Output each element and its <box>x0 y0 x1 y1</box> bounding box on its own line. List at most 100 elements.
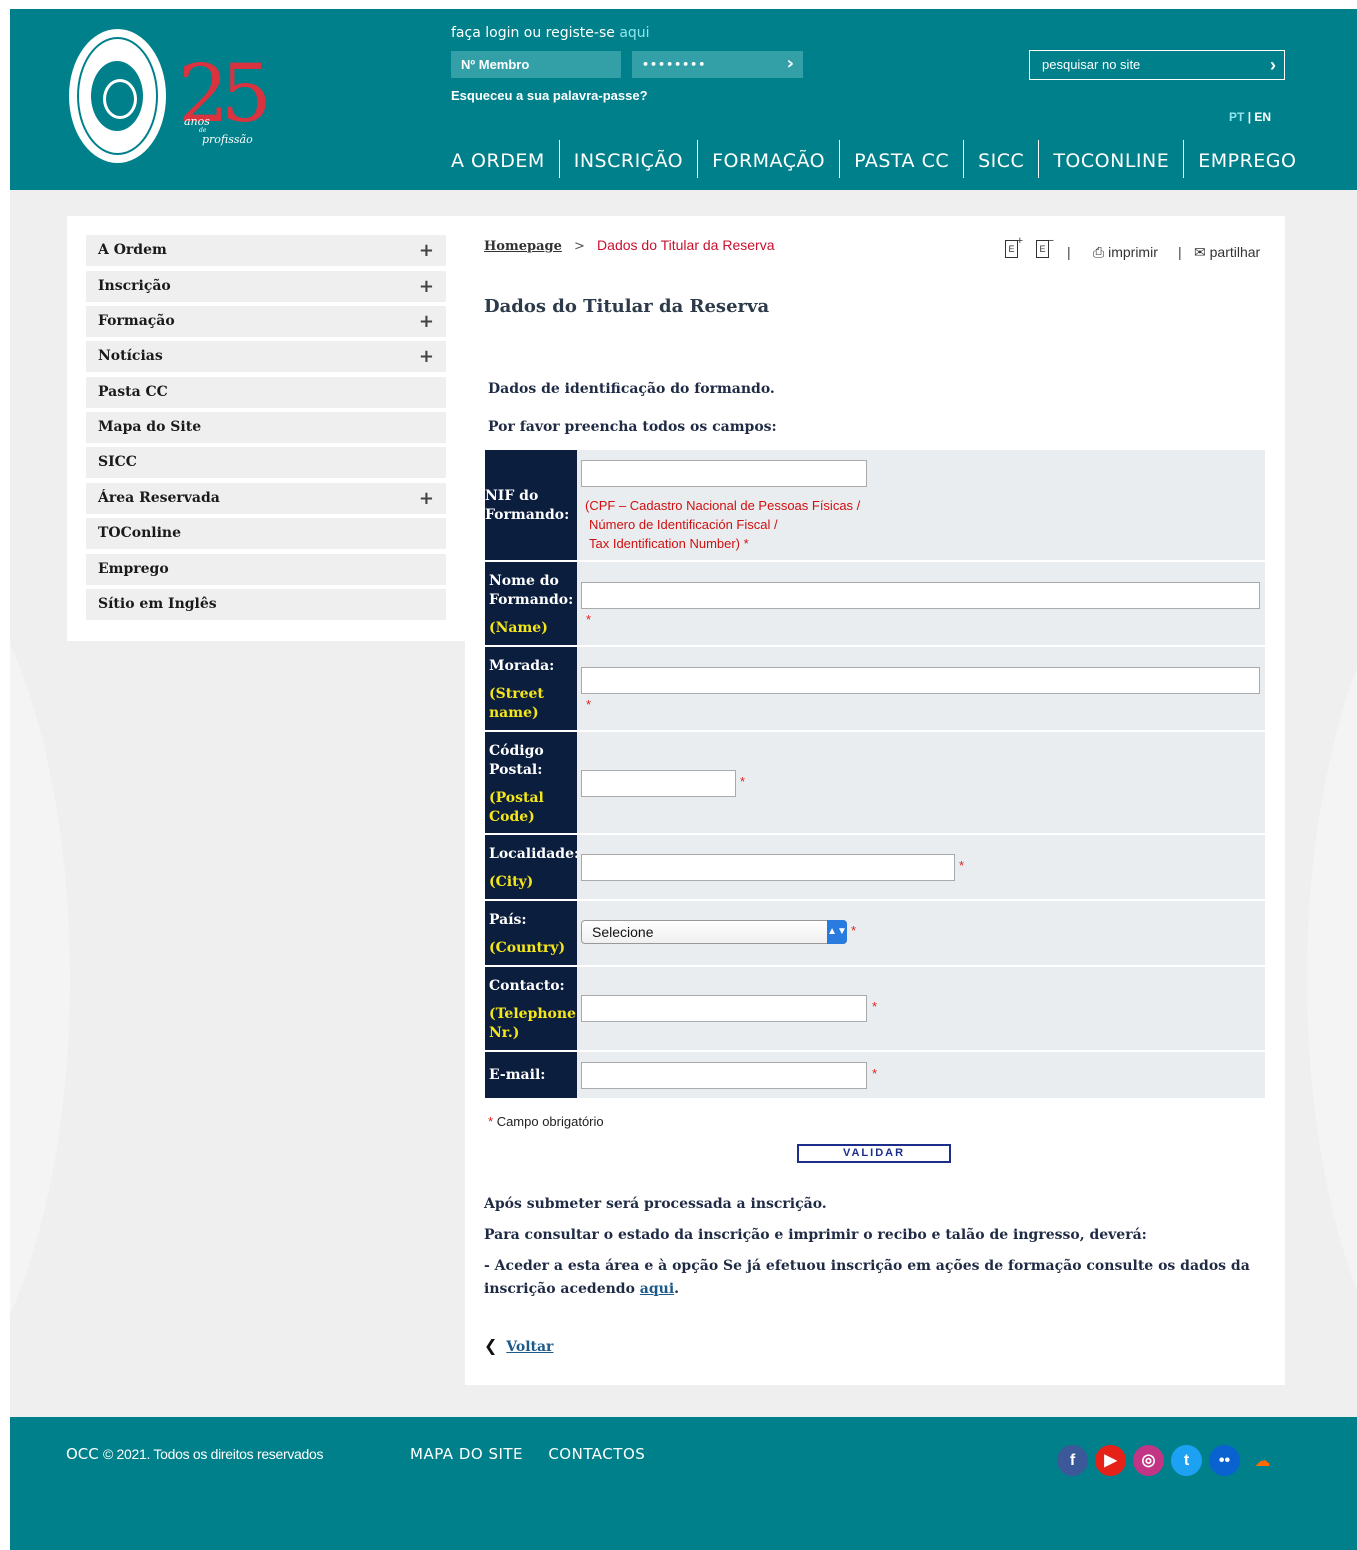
validate-button[interactable]: VALIDAR <box>797 1144 951 1163</box>
after-line-3: - Aceder a esta área e à opção Se já efe… <box>484 1255 1264 1301</box>
postal-code-input[interactable] <box>581 770 736 797</box>
nav-toconline[interactable]: TOCONLINE <box>1038 140 1183 178</box>
required-marker: * <box>586 612 592 627</box>
main-navigation: A ORDEM INSCRIÇÃO FORMAÇÃO PASTA CC SICC… <box>451 140 1310 178</box>
password-input[interactable]: •••••••• › <box>632 51 803 78</box>
street-input[interactable] <box>581 667 1260 694</box>
phone-input[interactable] <box>581 995 867 1022</box>
password-mask: •••••••• <box>642 58 707 71</box>
register-link[interactable]: aqui <box>619 25 649 41</box>
nav-pasta-cc[interactable]: PASTA CC <box>839 140 963 178</box>
sidebar-item-label: Formação <box>98 313 175 329</box>
required-marker: * <box>851 923 857 938</box>
nav-inscricao[interactable]: INSCRIÇÃO <box>558 140 697 178</box>
share-button[interactable]: ✉ partilhar <box>1194 244 1260 261</box>
expand-plus-icon[interactable]: + <box>419 271 434 302</box>
sidebar-item-toconline[interactable]: TOConline <box>86 518 446 549</box>
nav-sicc[interactable]: SICC <box>963 140 1038 178</box>
street-label-text: Morada: <box>489 658 555 674</box>
font-decrease-icon[interactable]: E − <box>1036 235 1054 258</box>
lang-en[interactable]: EN <box>1254 110 1271 124</box>
forgot-password-link[interactable]: Esqueceu a sua palavra-passe? <box>451 88 648 103</box>
breadcrumb-home-link[interactable]: Homepage <box>484 239 562 254</box>
form-row-city: Localidade: (City) * <box>485 835 1265 899</box>
sidebar-item-sicc[interactable]: SICC <box>86 447 446 478</box>
print-button[interactable]: ⎙ imprimir <box>1093 244 1158 261</box>
name-input[interactable] <box>581 582 1260 609</box>
instagram-icon[interactable]: ◎ <box>1133 1445 1164 1476</box>
background-curve-left <box>10 529 70 1429</box>
after-line-2: Para consultar o estado da inscrição e i… <box>484 1227 1147 1243</box>
chevron-updown-icon[interactable]: ▲▼ <box>827 920 847 944</box>
footer-contacts-link[interactable]: CONTACTOS <box>548 1445 645 1463</box>
page-frame: 25 anos de profissão faça login ou regis… <box>10 9 1357 1550</box>
city-label-en: (City) <box>489 874 534 890</box>
nif-note: (CPF – Cadastro Nacional de Pessoas Físi… <box>585 496 860 553</box>
social-links: f ▶ ◎ t •• ☁ <box>1057 1445 1278 1476</box>
facebook-icon[interactable]: f <box>1057 1445 1088 1476</box>
nif-field-cell: (CPF – Cadastro Nacional de Pessoas Físi… <box>577 450 1265 560</box>
main-content: Homepage > Dados do Titular da Reserva E… <box>465 216 1285 1385</box>
country-field-cell: Selecione ▲▼ * <box>577 901 1265 965</box>
street-field-cell: * <box>577 647 1265 730</box>
expand-plus-icon[interactable]: + <box>419 483 434 514</box>
street-label: Morada: (Street name) <box>485 647 577 730</box>
nif-note-line: Tax Identification Number) * <box>585 534 860 553</box>
site-search-input[interactable]: pesquisar no site › <box>1029 50 1285 80</box>
sidebar-item-inscricao[interactable]: Inscrição + <box>86 271 446 302</box>
login-submit-icon[interactable]: › <box>787 54 795 74</box>
phone-label-en: (Telephone Nr.) <box>489 1006 576 1041</box>
lang-separator: | <box>1247 110 1252 124</box>
postal-field-cell: * <box>577 732 1265 833</box>
occ-seal-logo[interactable] <box>69 29 166 163</box>
sidebar-item-noticias[interactable]: Notícias + <box>86 341 446 372</box>
font-increase-icon[interactable]: E + <box>1005 235 1023 258</box>
city-input[interactable] <box>581 854 955 881</box>
postal-label-text: Código Postal: <box>489 743 544 778</box>
youtube-icon[interactable]: ▶ <box>1095 1445 1126 1476</box>
sidebar-item-area-reservada[interactable]: Área Reservada + <box>86 483 446 514</box>
footer-sitemap-link[interactable]: MAPA DO SITE <box>410 1445 523 1463</box>
nav-a-ordem[interactable]: A ORDEM <box>451 140 559 178</box>
email-input[interactable] <box>581 1062 867 1089</box>
country-select[interactable]: Selecione ▲▼ <box>581 920 847 944</box>
sidebar-item-sitio-em-ingles[interactable]: Sítio em Inglês <box>86 589 446 620</box>
sidebar-item-label: Inscrição <box>98 278 171 294</box>
required-marker: * <box>740 774 746 789</box>
city-label-text: Localidade: <box>489 846 580 862</box>
nav-formacao[interactable]: FORMAÇÃO <box>697 140 839 178</box>
back-link[interactable]: ❮ Voltar <box>484 1336 553 1355</box>
nif-label: NIF do Formando: <box>485 450 577 560</box>
sidebar-item-formacao[interactable]: Formação + <box>86 306 446 337</box>
consult-here-link[interactable]: aqui <box>640 1281 674 1297</box>
name-label-text: Nome do Formando: <box>489 573 574 608</box>
site-footer: OCC © 2021. Todos os direitos reservados… <box>10 1417 1357 1550</box>
form-row-phone: Contacto: (Telephone Nr.) * <box>485 967 1265 1050</box>
sidebar-item-label: Emprego <box>98 561 169 577</box>
lang-pt[interactable]: PT <box>1229 110 1244 124</box>
soundcloud-icon[interactable]: ☁ <box>1247 1445 1278 1476</box>
member-number-input[interactable]: Nº Membro <box>451 51 621 78</box>
sidebar-item-mapa-do-site[interactable]: Mapa do Site <box>86 412 446 443</box>
twitter-icon[interactable]: t <box>1171 1445 1202 1476</box>
nif-input[interactable] <box>581 460 867 487</box>
sidebar-item-label: TOConline <box>98 525 181 541</box>
sidebar-item-label: Notícias <box>98 348 163 364</box>
after-line-1: Após submeter será processada a inscriçã… <box>484 1196 827 1212</box>
sidebar-item-pasta-cc[interactable]: Pasta CC <box>86 377 446 408</box>
form-intro: Dados de identificação do formando. <box>488 381 775 397</box>
flickr-icon[interactable]: •• <box>1209 1445 1240 1476</box>
expand-plus-icon[interactable]: + <box>419 341 434 372</box>
sidebar-item-emprego[interactable]: Emprego <box>86 554 446 585</box>
country-label-text: País: <box>489 912 527 928</box>
nif-label-text: NIF do Formando: <box>485 488 570 523</box>
search-submit-icon[interactable]: › <box>1270 54 1276 76</box>
nav-emprego[interactable]: EMPREGO <box>1183 140 1310 178</box>
expand-plus-icon[interactable]: + <box>419 235 434 266</box>
required-marker: * <box>872 1066 878 1081</box>
tools-separator: | <box>1178 244 1182 260</box>
name-label-en: (Name) <box>489 620 548 636</box>
email-label-text: E-mail: <box>489 1067 546 1083</box>
expand-plus-icon[interactable]: + <box>419 306 434 337</box>
sidebar-item-a-ordem[interactable]: A Ordem + <box>86 235 446 266</box>
